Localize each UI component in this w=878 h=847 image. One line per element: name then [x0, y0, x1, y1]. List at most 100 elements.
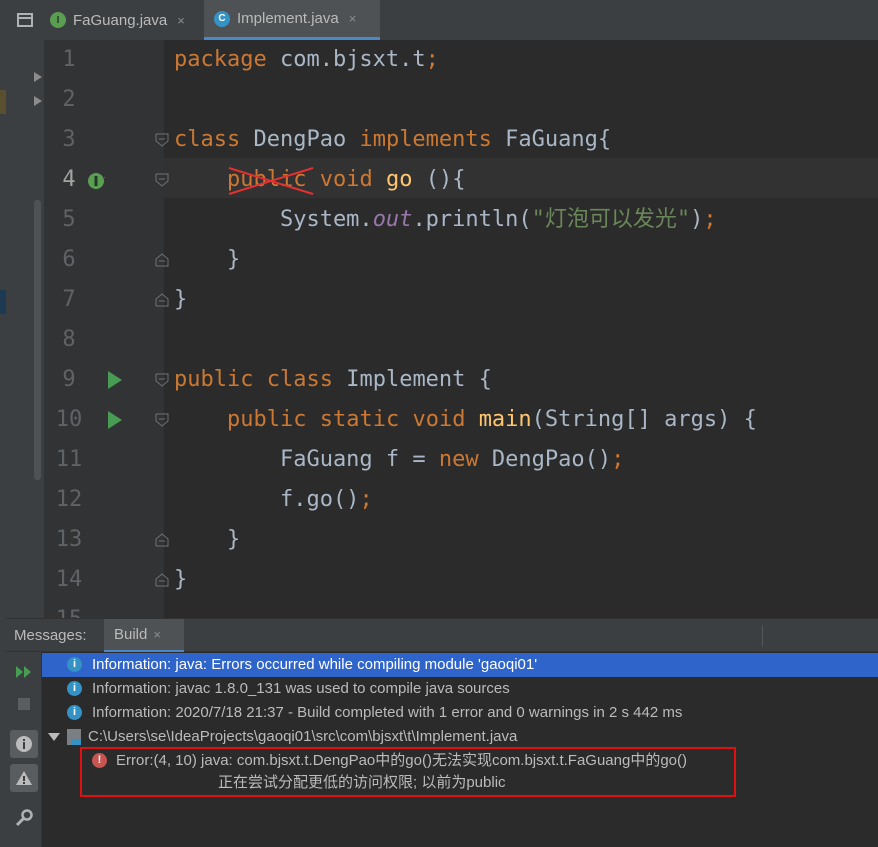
run-icon[interactable]	[108, 371, 122, 389]
close-icon[interactable]: ×	[349, 11, 357, 26]
code-token: f.go()	[174, 487, 360, 512]
tab-label: FaGuang.java	[73, 11, 168, 29]
code-token: public	[226, 407, 307, 432]
info-icon: i	[67, 705, 82, 720]
tab-label: Implement.java	[237, 10, 339, 27]
code-token: FaGuang{	[491, 127, 612, 152]
message-row[interactable]: i Information: java: Errors occurred whi…	[42, 653, 878, 677]
line-number: 6	[62, 247, 76, 272]
code-text: }	[174, 560, 187, 600]
rerun-button[interactable]	[10, 658, 38, 686]
fold-icon[interactable]	[155, 533, 169, 547]
close-icon[interactable]: ×	[153, 627, 161, 642]
file-node-row[interactable]: C:\Users\se\IdeaProjects\gaoqi01\src\com…	[42, 725, 878, 749]
code-token: }	[174, 287, 188, 312]
code-token: go	[385, 167, 413, 192]
message-text: Information: javac 1.8.0_131 was used to…	[92, 680, 510, 697]
line-number: 2	[62, 87, 76, 112]
fold-icon[interactable]	[155, 413, 169, 427]
code-text: }	[174, 240, 240, 280]
error-text-line2: 正在尝试分配更低的访问权限; 以前为public	[218, 774, 506, 791]
error-message[interactable]: ! Error:(4, 10) java: com.bjsxt.t.DengPa…	[80, 747, 736, 797]
line-number: 3	[62, 127, 76, 152]
fold-icon[interactable]	[155, 253, 169, 267]
code-token: class	[266, 367, 333, 392]
code-text: public void go (){	[174, 160, 465, 200]
code-token: ;	[611, 447, 625, 472]
window-icon	[17, 13, 33, 27]
settings-button[interactable]	[10, 804, 38, 832]
line-number: 8	[62, 327, 76, 352]
code-line: 14}	[0, 560, 878, 600]
tab-implement[interactable]: C Implement.java ×	[204, 0, 380, 40]
code-token: .println(	[412, 207, 532, 232]
code-token: Implement {	[332, 367, 492, 392]
code-line: 9 public class Implement {	[0, 360, 878, 400]
info-icon	[16, 736, 32, 752]
code-text: class DengPao implements FaGuang{	[174, 120, 611, 160]
error-strike: public	[227, 160, 314, 200]
line-number: 14	[55, 567, 83, 592]
code-token: System.	[174, 207, 373, 232]
tab-build[interactable]: Build ×	[104, 619, 184, 653]
code-text: package com.bjsxt.t;	[174, 40, 439, 80]
error-cross-icon	[228, 167, 314, 195]
line-number: 5	[62, 207, 76, 232]
fold-icon[interactable]	[155, 133, 169, 147]
code-token: DengPao()	[478, 447, 612, 472]
line-number: 9	[62, 367, 76, 392]
rerun-icon	[16, 666, 31, 678]
code-token: package	[174, 47, 267, 72]
code-token: ;	[359, 487, 373, 512]
message-text: Information: java: Errors occurred while…	[92, 656, 538, 673]
tab-faguang[interactable]: I FaGuang.java ×	[50, 0, 202, 40]
info-icon: i	[67, 657, 82, 672]
code-line: 12 f.go();	[0, 480, 878, 520]
code-line: 8	[0, 320, 878, 360]
run-icon[interactable]	[108, 411, 122, 429]
implements-method-icon[interactable]	[87, 171, 105, 189]
code-token: }	[174, 247, 241, 272]
line-number: 13	[55, 527, 83, 552]
code-line: 4 public void go (){	[0, 160, 878, 200]
close-icon[interactable]: ×	[177, 13, 185, 28]
project-view-button[interactable]	[6, 0, 44, 40]
code-token: DengPao	[240, 127, 360, 152]
show-info-button[interactable]	[10, 730, 38, 758]
code-token: public	[174, 367, 254, 392]
messages-title: Messages:	[14, 627, 87, 644]
code-line: 6 }	[0, 240, 878, 280]
fold-icon[interactable]	[155, 173, 169, 187]
build-tab-label: Build	[114, 626, 148, 643]
line-number: 7	[62, 287, 76, 312]
message-text: Information: 2020/7/18 21:37 - Build com…	[92, 704, 683, 721]
fold-icon[interactable]	[155, 293, 169, 307]
java-file-icon	[67, 729, 81, 745]
file-path: C:\Users\se\IdeaProjects\gaoqi01\src\com…	[88, 728, 518, 745]
wrench-icon	[15, 809, 33, 827]
show-warnings-button[interactable]	[10, 764, 38, 792]
messages-list: i Information: java: Errors occurred whi…	[42, 652, 878, 847]
code-line: 11 FaGuang f = new DengPao();	[0, 440, 878, 480]
code-line: 1 package com.bjsxt.t;	[0, 40, 878, 80]
error-icon: !	[92, 753, 107, 768]
code-token: out	[372, 207, 413, 232]
code-line: 7}	[0, 280, 878, 320]
interface-icon: I	[50, 12, 66, 28]
code-text: public static void main(String[] args) {	[174, 400, 757, 440]
message-row[interactable]: i Information: 2020/7/18 21:37 - Build c…	[42, 701, 878, 725]
message-row[interactable]: i Information: javac 1.8.0_131 was used …	[42, 677, 878, 701]
fold-icon[interactable]	[155, 573, 169, 587]
code-text: }	[174, 520, 240, 560]
fold-icon[interactable]	[155, 373, 169, 387]
code-line: 13 }	[0, 520, 878, 560]
collapse-arrow-icon[interactable]	[48, 733, 60, 741]
code-line: 3 class DengPao implements FaGuang{	[0, 120, 878, 160]
stop-button[interactable]	[10, 690, 38, 718]
